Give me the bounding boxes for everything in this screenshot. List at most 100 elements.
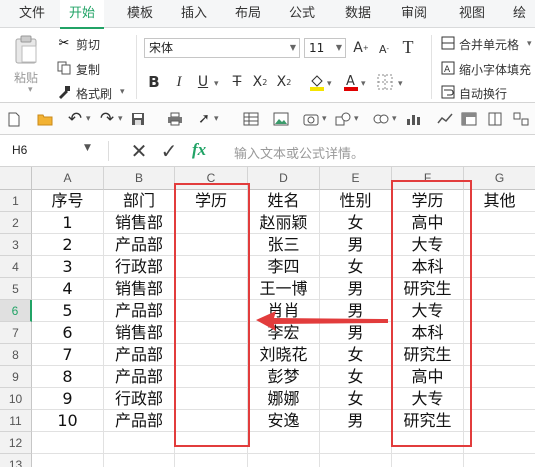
table-cell[interactable]: 男 xyxy=(320,234,392,256)
table-cell[interactable]: 9 xyxy=(32,388,104,410)
screenshot-icon[interactable] xyxy=(302,111,320,127)
table-cell[interactable] xyxy=(175,278,248,300)
border-dropdown-icon[interactable]: ▾ xyxy=(398,79,403,89)
table-cell[interactable]: 高中 xyxy=(392,366,464,388)
table-cell[interactable] xyxy=(464,410,535,432)
save-icon[interactable] xyxy=(130,111,146,127)
table-icon[interactable] xyxy=(242,111,260,127)
table-cell[interactable] xyxy=(464,278,535,300)
undo-icon[interactable]: ↶ xyxy=(66,109,84,129)
table-cell[interactable]: 女 xyxy=(320,344,392,366)
table-cell[interactable]: 高中 xyxy=(392,212,464,234)
shrink-to-fit-icon[interactable]: A xyxy=(440,60,456,76)
row-header[interactable]: 8 xyxy=(0,344,32,366)
column-header[interactable]: B xyxy=(104,167,175,190)
pivot-table-icon[interactable] xyxy=(460,111,478,127)
table-cell[interactable] xyxy=(464,432,535,454)
column-header[interactable]: G xyxy=(464,167,535,190)
table-cell[interactable] xyxy=(248,432,320,454)
table-cell[interactable]: 产品部 xyxy=(104,234,175,256)
row-header[interactable]: 10 xyxy=(0,388,32,410)
strikethrough-icon[interactable]: T xyxy=(228,71,246,93)
paste-icon[interactable] xyxy=(8,33,44,67)
table-cell[interactable]: 姓名 xyxy=(248,190,320,212)
table-cell[interactable]: 学历 xyxy=(175,190,248,212)
table-cell[interactable] xyxy=(175,322,248,344)
redo-icon[interactable]: ↷ xyxy=(98,109,116,129)
table-cell[interactable]: 1 xyxy=(32,212,104,234)
paste-label[interactable]: 粘贴 xyxy=(14,69,38,86)
shapes-icon[interactable] xyxy=(334,111,352,127)
fill-color-dropdown-icon[interactable]: ▾ xyxy=(327,79,332,89)
picture-icon[interactable] xyxy=(272,111,290,127)
table-cell[interactable] xyxy=(464,366,535,388)
table-cell[interactable] xyxy=(464,256,535,278)
row-header[interactable]: 5 xyxy=(0,278,32,300)
underline-dropdown-icon[interactable]: ▾ xyxy=(214,79,219,89)
table-cell[interactable]: 产品部 xyxy=(104,300,175,322)
column-header[interactable]: F xyxy=(392,167,464,190)
more-icon[interactable] xyxy=(512,111,530,127)
row-header[interactable]: 11 xyxy=(0,410,32,432)
table-cell[interactable]: 行政部 xyxy=(104,388,175,410)
table-cell[interactable] xyxy=(464,344,535,366)
column-header[interactable]: E xyxy=(320,167,392,190)
clear-format-icon[interactable]: T xyxy=(398,35,418,59)
table-cell[interactable]: 销售部 xyxy=(104,278,175,300)
table-cell[interactable]: 女 xyxy=(320,388,392,410)
open-folder-icon[interactable] xyxy=(36,111,54,127)
confirm-edit-icon[interactable]: ✓ xyxy=(158,139,180,163)
table-cell[interactable] xyxy=(104,454,175,467)
table-cell[interactable] xyxy=(464,212,535,234)
table-cell[interactable]: 6 xyxy=(32,322,104,344)
table-cell[interactable]: 女 xyxy=(320,366,392,388)
table-cell[interactable] xyxy=(320,432,392,454)
italic-icon[interactable]: I xyxy=(170,71,188,93)
table-cell[interactable] xyxy=(32,432,104,454)
copy-label[interactable]: 复制 xyxy=(76,61,100,78)
table-cell[interactable]: 5 xyxy=(32,300,104,322)
table-cell[interactable]: 大专 xyxy=(392,234,464,256)
menu-tab[interactable]: 开始 xyxy=(60,0,104,29)
row-header[interactable]: 13 xyxy=(0,454,32,467)
format-painter-icon[interactable] xyxy=(56,84,72,100)
pointer-select-icon[interactable]: ➚ xyxy=(196,110,212,128)
table-cell[interactable] xyxy=(248,454,320,467)
sparkline-icon[interactable] xyxy=(436,111,454,127)
merge-cells-label[interactable]: 合并单元格 xyxy=(459,36,519,53)
table-cell[interactable] xyxy=(175,454,248,467)
merge-dropdown-icon[interactable]: ▾ xyxy=(527,39,532,49)
table-cell[interactable]: 产品部 xyxy=(104,410,175,432)
table-cell[interactable] xyxy=(175,388,248,410)
superscript-icon[interactable]: X2 xyxy=(274,71,294,93)
print-icon[interactable] xyxy=(166,111,184,127)
table-cell[interactable]: 行政部 xyxy=(104,256,175,278)
menu-tab[interactable]: 模板 xyxy=(118,0,162,28)
icon-library-icon[interactable] xyxy=(372,111,390,127)
table-cell[interactable]: 赵丽颖 xyxy=(248,212,320,234)
wrap-text-label[interactable]: 自动换行 xyxy=(459,85,507,102)
underline-icon[interactable]: U xyxy=(194,71,212,93)
page-layout-icon[interactable] xyxy=(486,111,504,127)
shrink-to-fit-label[interactable]: 缩小字体填充 xyxy=(459,61,531,78)
row-header[interactable]: 4 xyxy=(0,256,32,278)
format-painter-dropdown-icon[interactable]: ▾ xyxy=(120,87,125,97)
copy-icon[interactable] xyxy=(56,60,72,76)
cancel-edit-icon[interactable]: ✕ xyxy=(128,139,150,163)
menu-tab[interactable]: 绘 xyxy=(504,0,535,28)
table-cell[interactable]: 7 xyxy=(32,344,104,366)
table-cell[interactable] xyxy=(464,454,535,467)
table-cell[interactable]: 产品部 xyxy=(104,344,175,366)
row-header[interactable]: 9 xyxy=(0,366,32,388)
column-header[interactable]: A xyxy=(32,167,104,190)
cut-icon[interactable]: ✂ xyxy=(56,35,72,51)
bold-icon[interactable]: B xyxy=(145,71,163,93)
row-header[interactable]: 1 xyxy=(0,190,32,212)
table-cell[interactable]: 产品部 xyxy=(104,366,175,388)
table-cell[interactable]: 学历 xyxy=(392,190,464,212)
row-header[interactable]: 7 xyxy=(0,322,32,344)
table-cell[interactable] xyxy=(175,344,248,366)
table-cell[interactable]: 4 xyxy=(32,278,104,300)
table-cell[interactable]: 王一博 xyxy=(248,278,320,300)
table-cell[interactable] xyxy=(464,234,535,256)
